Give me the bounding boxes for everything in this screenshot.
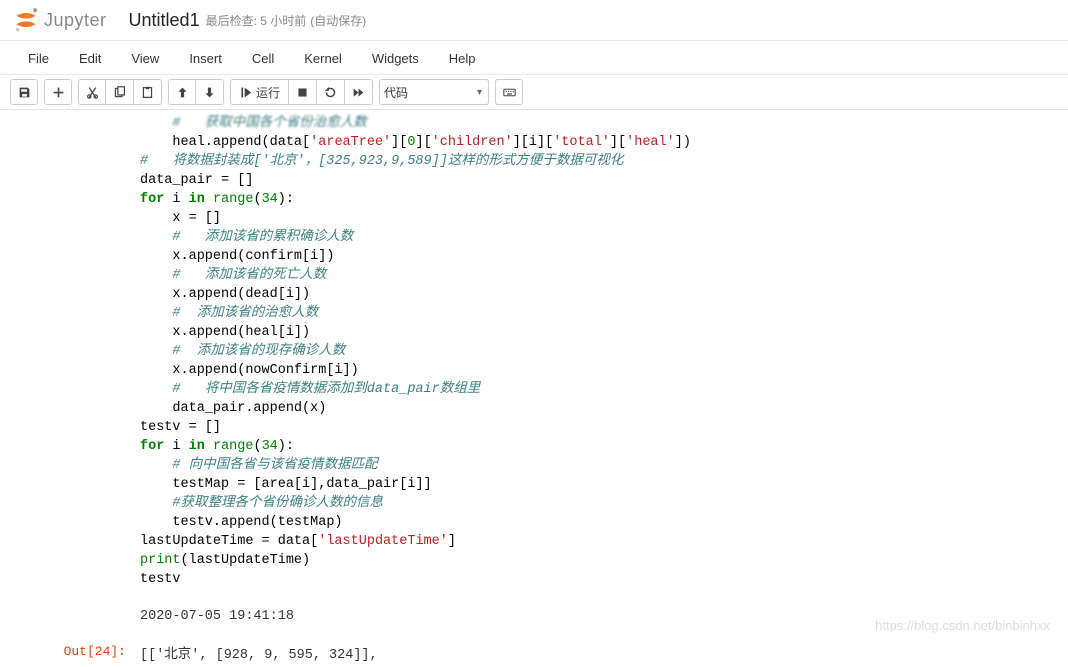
cut-icon bbox=[86, 86, 99, 99]
menu-insert[interactable]: Insert bbox=[175, 47, 238, 70]
stop-icon bbox=[296, 86, 309, 99]
autosave-label: (自动保存) bbox=[310, 12, 366, 29]
command-palette-button[interactable] bbox=[495, 79, 523, 105]
checkpoint-label: 最后检查: 5 小时前 bbox=[206, 12, 307, 29]
keyboard-icon bbox=[503, 86, 516, 99]
paste-icon bbox=[141, 86, 154, 99]
input-prompt bbox=[14, 112, 134, 591]
run-label: 运行 bbox=[256, 84, 280, 101]
menubar: FileEditViewInsertCellKernelWidgetsHelp bbox=[0, 41, 1068, 75]
arrow-up-icon bbox=[176, 86, 189, 99]
toolbar: 运行 代码 bbox=[0, 75, 1068, 110]
logo[interactable]: Jupyter bbox=[12, 6, 107, 34]
celltype-select[interactable]: 代码 bbox=[379, 79, 489, 105]
paste-button[interactable] bbox=[134, 79, 162, 105]
output-prompt-blank bbox=[14, 607, 134, 626]
watermark: https://blog.csdn.net/binbinhxx bbox=[875, 618, 1050, 633]
run-all-button[interactable] bbox=[345, 79, 373, 105]
output-result: Out[24]: [['北京', [928, 9, 595, 324]], bbox=[14, 638, 1068, 667]
save-button[interactable] bbox=[10, 79, 38, 105]
menu-cell[interactable]: Cell bbox=[238, 47, 290, 70]
add-cell-button[interactable] bbox=[44, 79, 72, 105]
restart-icon bbox=[324, 86, 337, 99]
output-prompt: Out[24]: bbox=[14, 640, 134, 665]
copy-icon bbox=[113, 86, 126, 99]
code-editor[interactable]: # 获取中国各个省份治愈人数 heal.append(data['areaTre… bbox=[134, 112, 1068, 591]
brand-text: Jupyter bbox=[44, 10, 107, 31]
menu-widgets[interactable]: Widgets bbox=[358, 47, 435, 70]
plus-icon bbox=[52, 86, 65, 99]
move-up-button[interactable] bbox=[168, 79, 196, 105]
notebook-title[interactable]: Untitled1 bbox=[129, 10, 200, 31]
copy-button[interactable] bbox=[106, 79, 134, 105]
run-button[interactable]: 运行 bbox=[230, 79, 289, 105]
cut-button[interactable] bbox=[78, 79, 106, 105]
menu-kernel[interactable]: Kernel bbox=[290, 47, 358, 70]
output-text: [['北京', [928, 9, 595, 324]], bbox=[134, 640, 384, 665]
notebook-area: # 获取中国各个省份治愈人数 heal.append(data['areaTre… bbox=[0, 110, 1068, 667]
run-icon bbox=[239, 86, 252, 99]
output-stdout: 2020-07-05 19:41:18 bbox=[134, 607, 300, 626]
jupyter-icon bbox=[12, 6, 40, 34]
restart-button[interactable] bbox=[317, 79, 345, 105]
move-down-button[interactable] bbox=[196, 79, 224, 105]
menu-view[interactable]: View bbox=[117, 47, 175, 70]
arrow-down-icon bbox=[203, 86, 216, 99]
save-icon bbox=[18, 86, 31, 99]
code-cell[interactable]: # 获取中国各个省份治愈人数 heal.append(data['areaTre… bbox=[14, 110, 1068, 593]
menu-edit[interactable]: Edit bbox=[65, 47, 117, 70]
fast-forward-icon bbox=[352, 86, 365, 99]
celltype-label: 代码 bbox=[384, 84, 408, 101]
header: Jupyter Untitled1 最后检查: 5 小时前 (自动保存) bbox=[0, 0, 1068, 41]
menu-file[interactable]: File bbox=[14, 47, 65, 70]
stop-button[interactable] bbox=[289, 79, 317, 105]
menu-help[interactable]: Help bbox=[435, 47, 492, 70]
